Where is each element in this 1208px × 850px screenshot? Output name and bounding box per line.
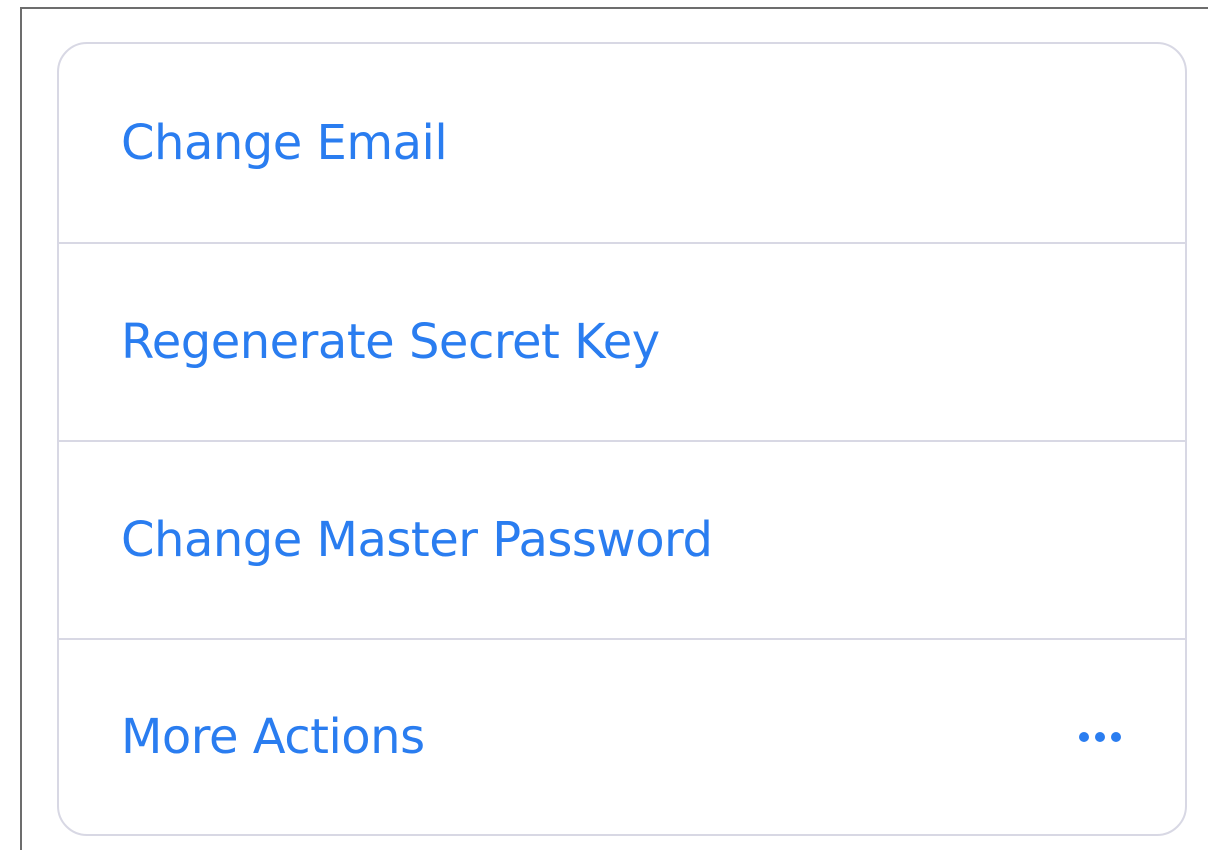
more-actions-label: More Actions (121, 709, 425, 765)
dot (1111, 732, 1121, 742)
dot (1095, 732, 1105, 742)
more-horizontal-icon[interactable] (1079, 722, 1121, 752)
regenerate-secret-key-label: Regenerate Secret Key (121, 314, 660, 370)
regenerate-secret-key-row[interactable]: Regenerate Secret Key (59, 244, 1185, 440)
change-email-label: Change Email (121, 115, 448, 171)
dot (1079, 732, 1089, 742)
change-email-row[interactable]: Change Email (59, 44, 1185, 242)
account-actions-card: Change Email Regenerate Secret Key Chang… (57, 42, 1187, 836)
more-actions-row[interactable]: More Actions (59, 640, 1185, 834)
change-master-password-row[interactable]: Change Master Password (59, 442, 1185, 638)
change-master-password-label: Change Master Password (121, 512, 713, 568)
